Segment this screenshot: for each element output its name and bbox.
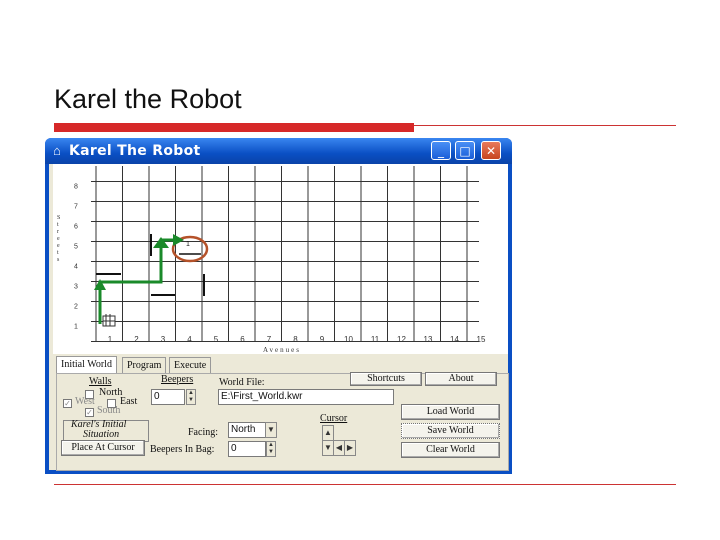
avenue-number: 15	[477, 335, 486, 344]
avenue-number: 12	[397, 335, 406, 344]
west-checkbox[interactable]: ✓	[63, 399, 72, 408]
south-checkbox[interactable]: ✓	[85, 408, 94, 417]
street-number: 2	[74, 304, 78, 311]
avenue-number: 8	[293, 335, 298, 344]
load-world-button[interactable]: Load World	[401, 404, 500, 420]
karel-window: ⌂ Karel The Robot _ □ ✕ 87654321 1234567…	[45, 138, 512, 474]
facing-label: Facing:	[188, 427, 218, 438]
beeper-count: 1	[186, 241, 190, 248]
tab-initial-world[interactable]: Initial World	[56, 356, 117, 374]
street-number: 6	[74, 224, 78, 231]
beepers-label: Beepers	[161, 374, 194, 385]
cursor-right-icon[interactable]: ▶	[344, 440, 356, 456]
world-file-field[interactable]: E:\First_World.kwr	[218, 389, 394, 405]
tab-program[interactable]: Program	[122, 357, 167, 373]
karel-app-icon: ⌂	[53, 143, 61, 158]
cursor-label: Cursor	[320, 413, 348, 424]
about-button[interactable]: About	[425, 372, 497, 386]
avenue-number: 7	[267, 335, 272, 344]
avenue-number: 13	[424, 335, 433, 344]
path-arrows	[94, 234, 184, 324]
east-label: East	[120, 396, 138, 407]
shortcuts-button[interactable]: Shortcuts	[350, 372, 422, 386]
avenue-number: 2	[134, 335, 139, 344]
avenue-number: 1	[108, 335, 113, 344]
world-file-label: World File:	[219, 377, 265, 388]
window-client: 87654321 1 2 3 4 5 6 7 8 9 10 11 12 13 14 15 Streets A…	[49, 164, 509, 471]
avenue-labels: 1 2 3 4 5 6 7 8 9 10 11 12 13 14 15	[108, 335, 486, 344]
close-button[interactable]: ✕	[481, 141, 501, 160]
cursor-up-icon[interactable]: ▲	[322, 425, 334, 441]
facing-select[interactable]: North	[228, 422, 266, 438]
avenue-number: 4	[187, 335, 192, 344]
grid-lines	[91, 166, 479, 342]
avenue-number: 9	[320, 335, 325, 344]
avenue-number: 10	[344, 335, 353, 344]
tab-execute[interactable]: Execute	[169, 357, 212, 373]
place-at-cursor-button[interactable]: Place At Cursor	[61, 440, 145, 456]
initial-world-panel: Walls North ✓ West East ✓ South Beepers …	[56, 372, 509, 471]
street-number: 5	[74, 244, 78, 251]
avenue-number: 6	[240, 335, 245, 344]
slide-title: Karel the Robot	[54, 84, 242, 114]
street-labels: 8 7 6 5 4 3 2 1	[74, 184, 78, 331]
bottom-rule-line	[54, 484, 676, 485]
window-titlebar[interactable]: ⌂ Karel The Robot _ □ ✕	[45, 138, 512, 164]
walls-label: Walls	[89, 376, 112, 387]
clear-world-button[interactable]: Clear World	[401, 442, 500, 458]
beepers-in-bag-field[interactable]: 0	[228, 441, 266, 457]
karel-situation-label: Situation	[83, 429, 120, 440]
streets-axis-label: Streets	[57, 215, 60, 263]
beepers-stepper[interactable]: ▲ ▼	[186, 389, 196, 405]
street-number: 4	[74, 264, 78, 271]
minimize-button[interactable]: _	[431, 141, 451, 160]
save-world-button[interactable]: Save World	[401, 423, 500, 439]
avenue-number: 3	[161, 335, 166, 344]
title-rule-red	[54, 123, 414, 132]
street-number: 7	[74, 204, 78, 211]
world-view[interactable]: 87654321 1 2 3 4 5 6 7 8 9 10 11 12 13 14 15 Streets A…	[53, 164, 508, 354]
avenue-number: 14	[450, 335, 459, 344]
title-rule-line	[414, 125, 676, 126]
beepers-field[interactable]: 0	[151, 389, 185, 405]
avenue-number: 11	[371, 335, 380, 344]
street-number: 1	[74, 324, 78, 331]
north-label: North	[99, 387, 123, 398]
avenues-axis-label: Avenues	[263, 346, 301, 354]
street-number: 3	[74, 284, 78, 291]
chevron-down-icon[interactable]: ▼	[265, 422, 277, 438]
avenue-number: 5	[214, 335, 219, 344]
karel-robot-icon	[102, 314, 116, 327]
south-label: South	[97, 405, 121, 416]
world-grid: 87654321 1 2 3 4 5 6 7 8 9 10 11 12 13 14 15 Streets A…	[57, 166, 486, 354]
beepers-in-bag-stepper[interactable]: ▲ ▼	[266, 441, 276, 457]
maximize-button[interactable]: □	[455, 141, 475, 160]
west-label: West	[75, 396, 95, 407]
window-title: Karel The Robot	[69, 143, 201, 159]
beepers-in-bag-label: Beepers In Bag:	[150, 444, 215, 455]
street-number: 8	[74, 184, 78, 191]
